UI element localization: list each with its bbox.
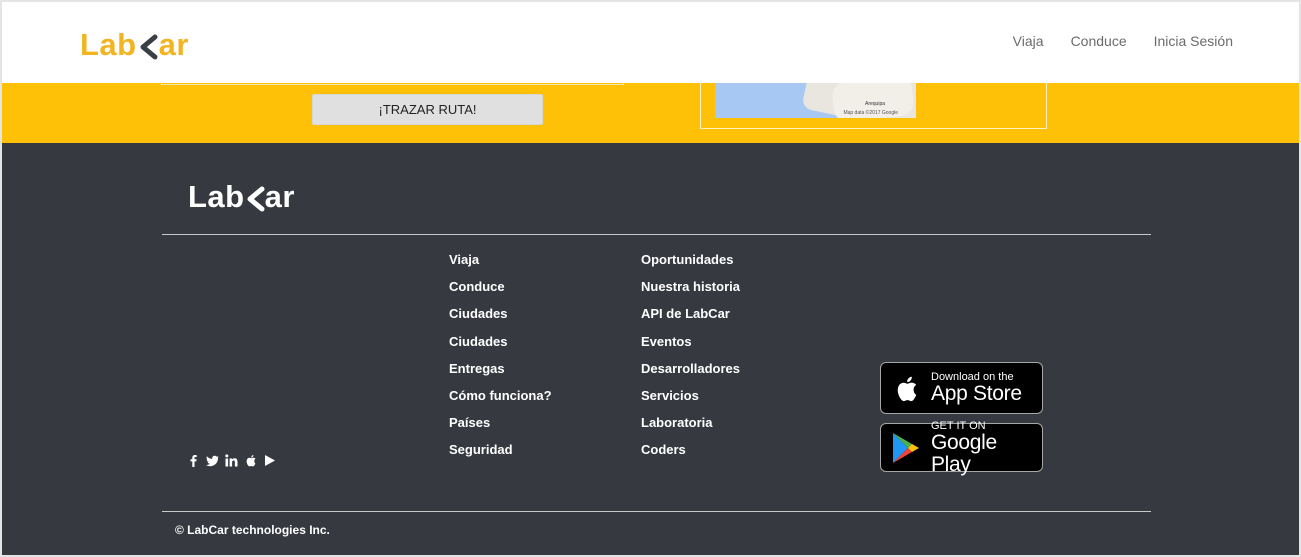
- footer-link[interactable]: Nuestra historia: [641, 278, 740, 305]
- footer-logo-prefix: Lab: [188, 179, 245, 214]
- google-play-small-text: GET IT ON: [930, 419, 986, 432]
- footer-logo[interactable]: Lab ar: [188, 179, 295, 215]
- trace-route-button[interactable]: ¡TRAZAR RUTA!: [312, 94, 543, 125]
- footer-link[interactable]: Eventos: [641, 333, 740, 360]
- input-border-right: [623, 83, 624, 85]
- footer-link[interactable]: Cómo funciona?: [449, 387, 552, 414]
- apple-logo-icon: [881, 363, 931, 413]
- google-play-icon: [881, 424, 931, 471]
- footer-link[interactable]: Viaja: [449, 251, 552, 278]
- footer-link[interactable]: Oportunidades: [641, 251, 740, 278]
- logo-text-prefix: Lab: [80, 27, 137, 62]
- google-play-badge[interactable]: GET IT ON Google Play: [880, 419, 1043, 475]
- footer-link[interactable]: Desarrolladores: [641, 360, 740, 387]
- route-section: ¡TRAZAR RUTA! Arequipa Map data ©2017 Go…: [2, 83, 1299, 143]
- footer-divider-bottom: [162, 511, 1151, 512]
- footer-link[interactable]: Seguridad: [449, 441, 552, 468]
- copyright-text: © LabCar technologies Inc.: [175, 523, 330, 537]
- footer-link[interactable]: Laboratoria: [641, 414, 740, 441]
- app-store-badge[interactable]: Download on the App Store: [880, 362, 1043, 414]
- footer-links-column-2: Oportunidades Nuestra historia API de La…: [641, 251, 740, 469]
- social-links: [187, 454, 276, 467]
- footer-link[interactable]: Países: [449, 414, 552, 441]
- footer-link[interactable]: Ciudades: [449, 333, 552, 360]
- chevron-left-icon: [245, 184, 265, 212]
- site-footer: Lab ar Viaja Conduce Ciudades Ciudades E…: [2, 143, 1299, 555]
- footer-link[interactable]: Entregas: [449, 360, 552, 387]
- google-play-big-text: Google Play: [930, 430, 997, 476]
- nav-link-login[interactable]: Inicia Sesión: [1154, 33, 1233, 49]
- page: Lab ar Viaja Conduce Inicia Sesión ¡TRAZ…: [0, 0, 1301, 557]
- facebook-icon[interactable]: [187, 454, 200, 467]
- logo-text-suffix: ar: [158, 27, 189, 62]
- main-nav: Viaja Conduce Inicia Sesión: [1013, 33, 1233, 49]
- youtube-icon[interactable]: [263, 454, 276, 467]
- footer-links-column-1: Viaja Conduce Ciudades Ciudades Entregas…: [449, 251, 552, 469]
- twitter-icon[interactable]: [206, 454, 219, 467]
- input-underline: [161, 84, 624, 85]
- nav-link-conduce[interactable]: Conduce: [1071, 33, 1127, 49]
- linkedin-icon[interactable]: [225, 454, 238, 467]
- map-city-label: Arequipa: [865, 101, 886, 107]
- apple-icon[interactable]: [244, 454, 257, 467]
- footer-link[interactable]: Servicios: [641, 387, 740, 414]
- input-border-left: [161, 83, 162, 85]
- nav-link-viaja[interactable]: Viaja: [1013, 33, 1044, 49]
- footer-link[interactable]: Conduce: [449, 278, 552, 305]
- footer-link[interactable]: API de LabCar: [641, 305, 740, 332]
- chevron-left-icon: [138, 32, 158, 60]
- map-credit: Map data ©2017 Google: [843, 110, 898, 116]
- footer-link[interactable]: Coders: [641, 441, 740, 468]
- route-map[interactable]: Arequipa Map data ©2017 Google: [715, 83, 916, 118]
- app-store-big-text: App Store: [931, 382, 1022, 405]
- footer-logo-suffix: ar: [264, 179, 295, 214]
- map-container: Arequipa Map data ©2017 Google: [700, 83, 1047, 129]
- footer-link[interactable]: Ciudades: [449, 305, 552, 332]
- top-header: Lab ar Viaja Conduce Inicia Sesión: [2, 2, 1299, 83]
- labcar-logo[interactable]: Lab ar: [80, 27, 189, 63]
- footer-divider-top: [162, 234, 1151, 235]
